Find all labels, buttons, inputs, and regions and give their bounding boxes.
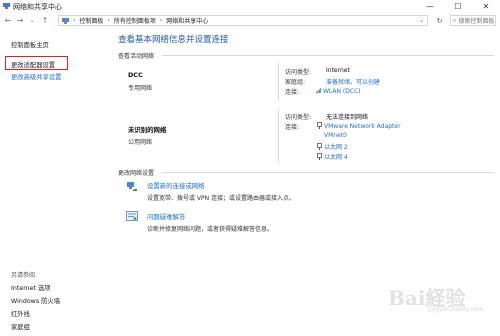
- ethernet-adapter-icon: [317, 153, 322, 160]
- see-also-heading: 另请参阅: [11, 272, 36, 279]
- close-button[interactable]: ✕: [472, 0, 500, 13]
- network-name-unidentified: 未识别的网络: [128, 126, 167, 134]
- page-title: 查看基本网络信息并设置连接: [118, 35, 229, 45]
- access-type-label: 访问类型:: [285, 69, 312, 76]
- divider: [162, 55, 494, 56]
- wlan-connection-label: WLAN (DCC): [323, 88, 361, 95]
- wlan-connection-link[interactable]: WLAN (DCC): [316, 87, 361, 95]
- see-also-infrared[interactable]: 红外线: [11, 309, 30, 318]
- breadcrumb-separator-icon: ›: [73, 17, 76, 24]
- access-type-value: Internet: [326, 67, 350, 74]
- breadcrumb-control-panel[interactable]: 控制面板: [79, 16, 103, 25]
- connection-vmware-label: VMware Network Adapter: [324, 123, 401, 130]
- connection-ethernet2-label: 以太网 2: [324, 144, 348, 151]
- recent-chevron-down-icon[interactable]: ⌄: [27, 15, 37, 26]
- troubleshoot-link[interactable]: 问题疑难解答: [147, 212, 185, 221]
- divider: [278, 63, 279, 101]
- see-also-firewall[interactable]: Windows 防火墙: [11, 296, 60, 305]
- address-bar: ← → ⌄ ↑ › 控制面板 › 所有控制面板项 › 网络和共享中心 ⌄ ↻ ⌕…: [0, 13, 500, 29]
- homegroup-link[interactable]: 准备就绪，可以创建: [326, 77, 380, 86]
- see-also-internet-options[interactable]: Internet 选项: [11, 283, 51, 292]
- search-icon: ⌕: [453, 16, 457, 24]
- homegroup-label: 家庭组:: [285, 79, 306, 86]
- connection-label: 连接:: [285, 89, 300, 96]
- back-arrow-icon[interactable]: ←: [3, 15, 13, 26]
- search-input[interactable]: ⌕ 搜索控制面板: [450, 15, 496, 26]
- ethernet-adapter-icon: [317, 122, 322, 129]
- change-settings-heading: 更改网络设置: [118, 170, 155, 177]
- forward-arrow-icon[interactable]: →: [15, 15, 25, 26]
- access-type-label: 访问类型:: [285, 114, 312, 121]
- sidebar: 控制面板主页 更改适配器设置 更改高级共享设置 另请参阅 Internet 选项…: [0, 29, 112, 336]
- breadcrumb-separator-icon: ›: [159, 17, 163, 24]
- network-app-icon: [3, 3, 10, 9]
- up-arrow-icon[interactable]: ↑: [40, 15, 50, 26]
- address-dropdown-icon[interactable]: ⌄: [419, 17, 424, 24]
- minimize-button[interactable]: —: [416, 0, 444, 13]
- watermark-url: jingyan.baidu.com: [428, 306, 484, 313]
- window-title: 网络和共享中心: [13, 3, 62, 11]
- connection-label: 连接:: [285, 124, 300, 131]
- network-name-dcc: DCC: [128, 71, 143, 79]
- troubleshoot-desc: 诊断并修复网络问题，或者获得疑难解答信息。: [147, 226, 274, 233]
- ethernet-adapter-icon: [317, 143, 322, 150]
- search-placeholder: 搜索控制面板: [458, 18, 495, 25]
- divider: [162, 172, 494, 173]
- connection-ethernet2-link[interactable]: 以太网 2: [317, 142, 348, 151]
- new-connection-icon: [127, 182, 137, 191]
- access-type-value: 无法连接到网络: [326, 114, 369, 121]
- divider: [278, 109, 279, 163]
- breadcrumb-all-items[interactable]: 所有控制面板项: [114, 16, 156, 25]
- active-networks-heading: 查看活动网络: [118, 53, 155, 60]
- refresh-icon[interactable]: ↻: [434, 15, 445, 26]
- maximize-button[interactable]: ☐: [444, 0, 472, 13]
- breadcrumb-separator-icon: ›: [107, 17, 110, 24]
- troubleshoot-icon: [126, 211, 138, 221]
- connection-vmnet0-link[interactable]: VMnet0: [324, 132, 347, 139]
- connection-vmware-link[interactable]: VMware Network Adapter: [317, 122, 401, 130]
- wifi-signal-icon: [316, 88, 321, 93]
- setup-connection-desc: 设置宽带、拨号或 VPN 连接；或设置路由器或接入点。: [147, 195, 296, 202]
- connection-ethernet4-label: 以太网 4: [324, 154, 348, 161]
- network-type-unidentified: 公用网络: [128, 139, 153, 146]
- control-panel-icon: [62, 17, 69, 24]
- sidebar-item-change-adapter[interactable]: 更改适配器设置: [11, 60, 55, 69]
- breadcrumb-network-center[interactable]: 网络和共享中心: [166, 16, 208, 25]
- setup-connection-link[interactable]: 设置新的连接或网络: [147, 181, 205, 190]
- window-controls: — ☐ ✕: [416, 0, 500, 13]
- network-type-dcc: 专用网络: [128, 85, 153, 92]
- title-bar: 网络和共享中心 — ☐ ✕: [0, 0, 500, 13]
- sidebar-item-change-sharing[interactable]: 更改高级共享设置: [11, 72, 61, 81]
- see-also-homegroup[interactable]: 家庭组: [11, 322, 30, 331]
- sidebar-item-home[interactable]: 控制面板主页: [11, 40, 49, 49]
- breadcrumb[interactable]: › 控制面板 › 所有控制面板项 › 网络和共享中心 ⌄: [58, 15, 428, 26]
- connection-ethernet4-link[interactable]: 以太网 4: [317, 152, 348, 161]
